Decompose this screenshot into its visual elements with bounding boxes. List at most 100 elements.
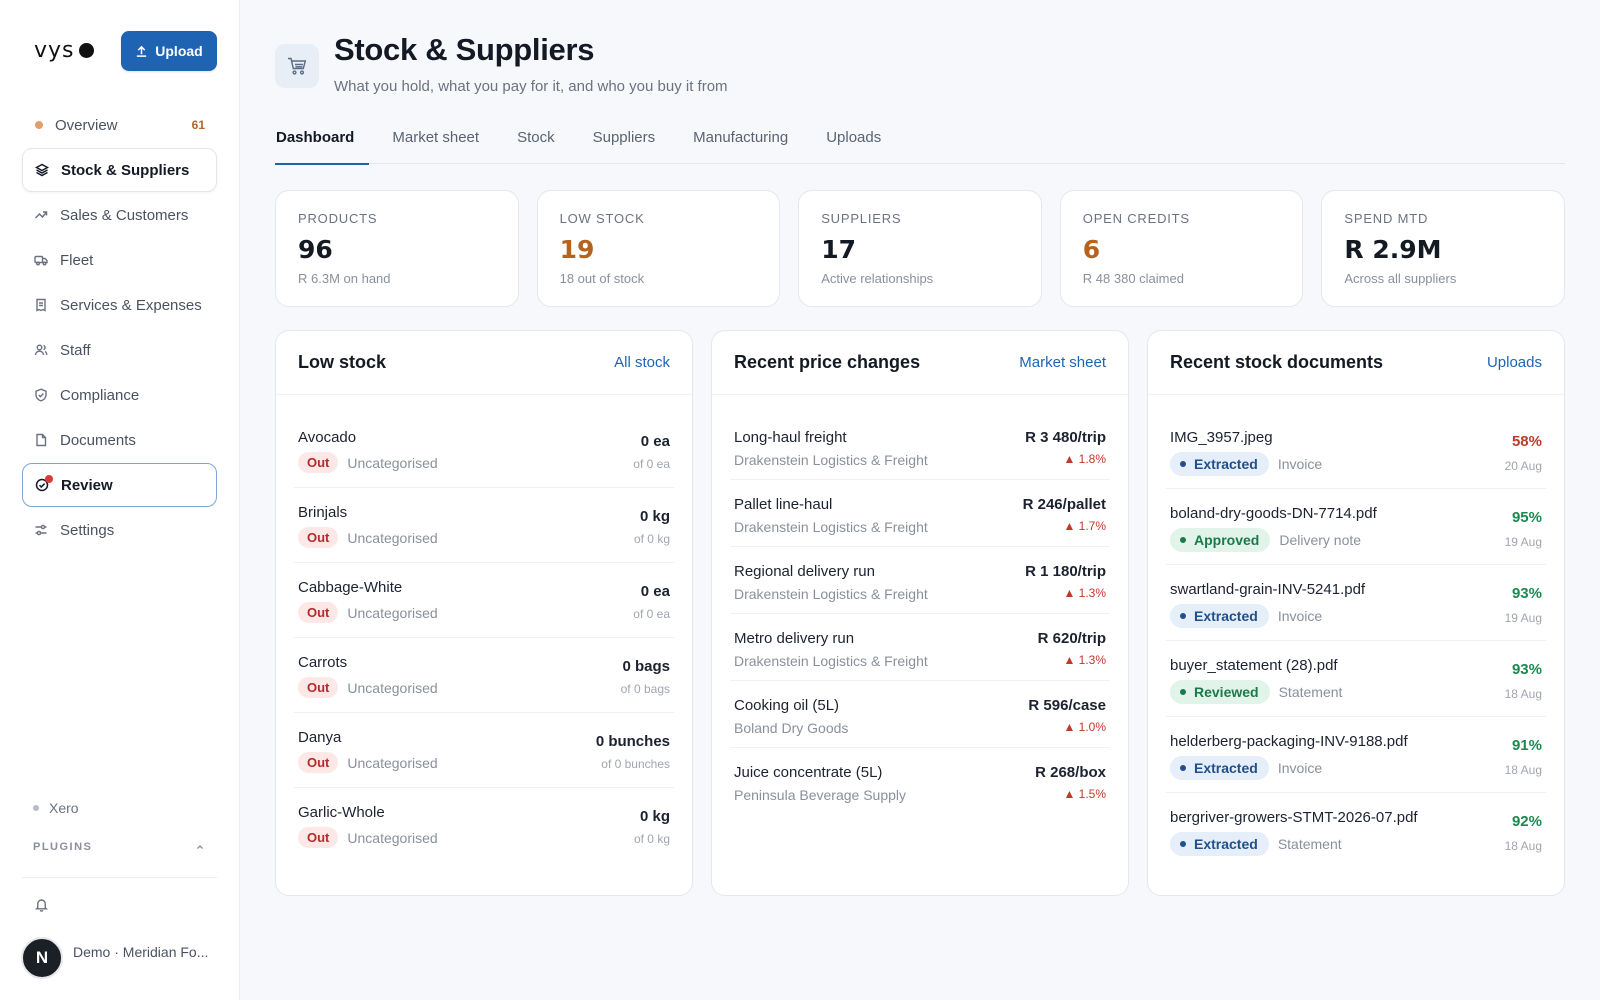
- list-item[interactable]: Avocado Out Uncategorised 0 ea of 0 ea: [294, 413, 674, 488]
- confidence-percent: 91%: [1511, 737, 1542, 754]
- list-item[interactable]: Pallet line-haul Drakenstein Logistics & …: [730, 480, 1110, 547]
- uploads-link[interactable]: Uploads: [1487, 354, 1542, 371]
- product-name: Garlic-Whole: [298, 804, 385, 821]
- list-item[interactable]: Cabbage-White Out Uncategorised 0 ea of 0 …: [294, 563, 674, 638]
- quantity: 0 ea: [640, 433, 670, 450]
- bell-icon[interactable]: [34, 897, 49, 917]
- sidebar-item-label: Stock & Suppliers: [61, 161, 190, 179]
- list-item[interactable]: helderberg-packaging-INV-9188.pdf Extrac…: [1166, 717, 1546, 793]
- product-name: Cabbage-White: [298, 579, 403, 596]
- quantity: 0 ea: [640, 583, 670, 600]
- sidebar-item-fleet[interactable]: Fleet: [22, 238, 217, 282]
- chevron-up-icon: [197, 845, 203, 849]
- main-content: Stock & Suppliers What you hold, what yo…: [240, 0, 1600, 1000]
- sidebar: vys Upload Overview 61 Stock & Suppliers…: [0, 0, 240, 1000]
- sidebar-item-overview[interactable]: Overview 61: [22, 103, 217, 147]
- tab-uploads[interactable]: Uploads: [825, 122, 882, 164]
- sidebar-item-settings[interactable]: Settings: [22, 508, 217, 552]
- upload-button[interactable]: Upload: [121, 31, 217, 71]
- document-date: 20 Aug: [1504, 459, 1542, 473]
- stat-card-spend-mtd[interactable]: SPEND MTD R 2.9M Across all suppliers: [1321, 190, 1565, 307]
- all-stock-link[interactable]: All stock: [614, 354, 670, 371]
- truck-icon: [34, 253, 48, 267]
- tab-stock[interactable]: Stock: [516, 122, 556, 164]
- shield-icon: [34, 388, 48, 402]
- list-item[interactable]: Regional delivery run Drakenstein Logisti…: [730, 547, 1110, 614]
- org-name[interactable]: Demo · Meridian Fo...: [73, 944, 208, 960]
- documents-panel: Recent stock documents Uploads IMG_3957.…: [1147, 330, 1565, 896]
- status-dot-icon: [35, 121, 43, 129]
- plugins-label: PLUGINS: [33, 841, 93, 853]
- supplier-name: Drakenstein Logistics & Freight: [734, 653, 928, 669]
- sidebar-item-label: Staff: [60, 341, 91, 359]
- tab-suppliers[interactable]: Suppliers: [592, 122, 657, 164]
- list-item[interactable]: bergriver-growers-STMT-2026-07.pdf Extra…: [1166, 793, 1546, 869]
- app-logo[interactable]: vys: [34, 38, 94, 63]
- list-item[interactable]: Garlic-Whole Out Uncategorised 0 kg of 0 k…: [294, 788, 674, 863]
- xero-label: Xero: [49, 800, 79, 816]
- document-date: 19 Aug: [1504, 611, 1542, 625]
- list-item[interactable]: Juice concentrate (5L) Peninsula Beverage…: [730, 748, 1110, 815]
- document-name: boland-dry-goods-DN-7714.pdf: [1170, 505, 1377, 522]
- stat-value: 19: [559, 235, 595, 264]
- item-name: Juice concentrate (5L): [734, 764, 883, 781]
- avatar[interactable]: N: [21, 937, 63, 979]
- status-badge: Out: [298, 527, 339, 548]
- stat-card-low-stock[interactable]: LOW STOCK 19 18 out of stock: [536, 190, 781, 307]
- panels: Low stock All stock Avocado Out Uncategor…: [275, 330, 1565, 896]
- status-label: Reviewed: [1194, 684, 1259, 700]
- price-change: ▲ 1.0%: [1063, 720, 1106, 734]
- stat-card-suppliers[interactable]: SUPPLIERS 17 Active relationships: [798, 190, 1042, 307]
- status-label: Approved: [1194, 532, 1260, 548]
- tab-market-sheet[interactable]: Market sheet: [391, 122, 480, 164]
- price: R 3 480/trip: [1025, 429, 1106, 446]
- list-item[interactable]: boland-dry-goods-DN-7714.pdf Approved Del…: [1166, 489, 1546, 565]
- list-item[interactable]: Carrots Out Uncategorised 0 bags of 0 bags: [294, 638, 674, 713]
- list-item[interactable]: Metro delivery run Drakenstein Logistics …: [730, 614, 1110, 681]
- sidebar-item-stock-suppliers[interactable]: Stock & Suppliers: [22, 148, 217, 192]
- supplier-name: Drakenstein Logistics & Freight: [734, 452, 928, 468]
- document-type: Delivery note: [1279, 532, 1362, 548]
- tab-manufacturing[interactable]: Manufacturing: [692, 122, 789, 164]
- status-badge: Approved: [1170, 528, 1271, 552]
- price: R 596/case: [1028, 697, 1106, 714]
- stat-card-products[interactable]: PRODUCTS 96 R 6.3M on hand: [275, 190, 519, 307]
- sidebar-item-staff[interactable]: Staff: [22, 328, 217, 372]
- stat-card-open-credits[interactable]: OPEN CREDITS 6 R 48 380 claimed: [1059, 190, 1304, 307]
- status-dot-icon: [1180, 537, 1186, 543]
- list-item[interactable]: buyer_statement (28).pdf Reviewed Stateme…: [1166, 641, 1546, 717]
- price-change: ▲ 1.3%: [1063, 586, 1106, 600]
- plugins-toggle[interactable]: PLUGINS: [33, 841, 205, 853]
- sidebar-item-documents[interactable]: Documents: [22, 418, 217, 462]
- list-item[interactable]: Danya Out Uncategorised 0 bunches of 0 bun…: [294, 713, 674, 788]
- product-name: Carrots: [298, 654, 348, 671]
- quantity: 0 bunches: [595, 733, 670, 750]
- item-name: Long-haul freight: [734, 429, 847, 446]
- status-dot-icon: [1180, 613, 1186, 619]
- low-stock-panel: Low stock All stock Avocado Out Uncategor…: [275, 330, 693, 896]
- document-date: 18 Aug: [1504, 687, 1542, 701]
- list-item[interactable]: Brinjals Out Uncategorised 0 kg of 0 kg: [294, 488, 674, 563]
- price: R 246/pallet: [1022, 496, 1106, 513]
- tab-dashboard[interactable]: Dashboard: [275, 122, 370, 165]
- status-label: Extracted: [1194, 836, 1258, 852]
- sidebar-item-services-expenses[interactable]: Services & Expenses: [22, 283, 217, 327]
- sidebar-item-sales-customers[interactable]: Sales & Customers: [22, 193, 217, 237]
- page-subtitle: What you hold, what you pay for it, and …: [334, 78, 728, 95]
- list-item[interactable]: swartland-grain-INV-5241.pdf Extracted In…: [1166, 565, 1546, 641]
- xero-plugin[interactable]: Xero: [33, 800, 79, 816]
- document-type: Invoice: [1277, 456, 1323, 472]
- market-sheet-link[interactable]: Market sheet: [1019, 354, 1106, 371]
- sidebar-item-review[interactable]: Review: [22, 463, 217, 507]
- stat-label: LOW STOCK: [559, 211, 645, 226]
- list-item[interactable]: Cooking oil (5L) Boland Dry Goods R 596/c…: [730, 681, 1110, 748]
- sidebar-nav: Overview 61 Stock & Suppliers Sales & Cu…: [22, 103, 217, 553]
- document-type: Statement: [1278, 684, 1343, 700]
- product-name: Brinjals: [298, 504, 348, 521]
- status-dot-icon: [1180, 689, 1186, 695]
- list-item[interactable]: IMG_3957.jpeg Extracted Invoice 58% 20 Aug: [1166, 413, 1546, 489]
- list-item[interactable]: Long-haul freight Drakenstein Logistics &…: [730, 413, 1110, 480]
- supplier-name: Peninsula Beverage Supply: [734, 787, 907, 803]
- status-badge: Out: [298, 452, 339, 473]
- sidebar-item-compliance[interactable]: Compliance: [22, 373, 217, 417]
